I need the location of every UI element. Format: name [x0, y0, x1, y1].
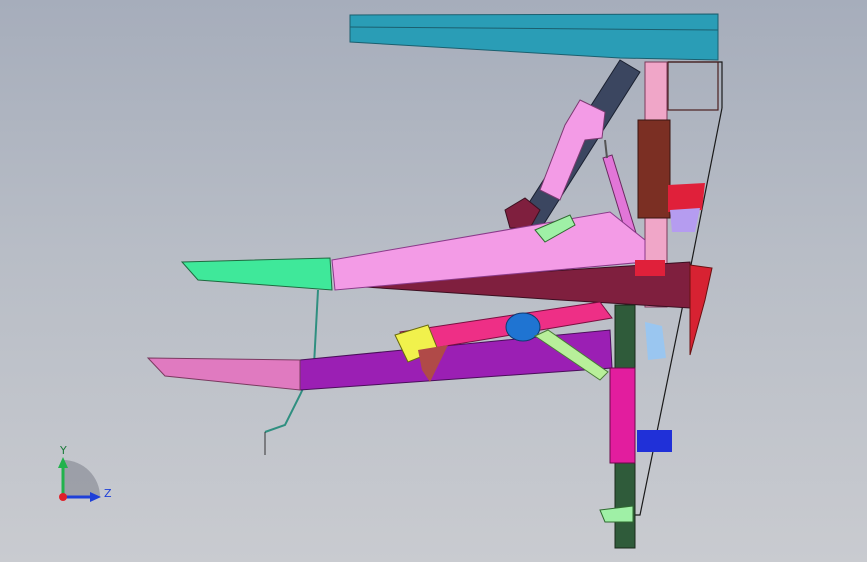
coordinate-triad: Y Z	[58, 444, 112, 502]
z-axis-label: Z	[104, 487, 112, 500]
triad-shadow	[63, 460, 100, 497]
origin-dot-icon	[59, 493, 67, 501]
y-axis-label: Y	[59, 444, 67, 457]
cad-viewport[interactable]: Y Z	[0, 0, 867, 562]
